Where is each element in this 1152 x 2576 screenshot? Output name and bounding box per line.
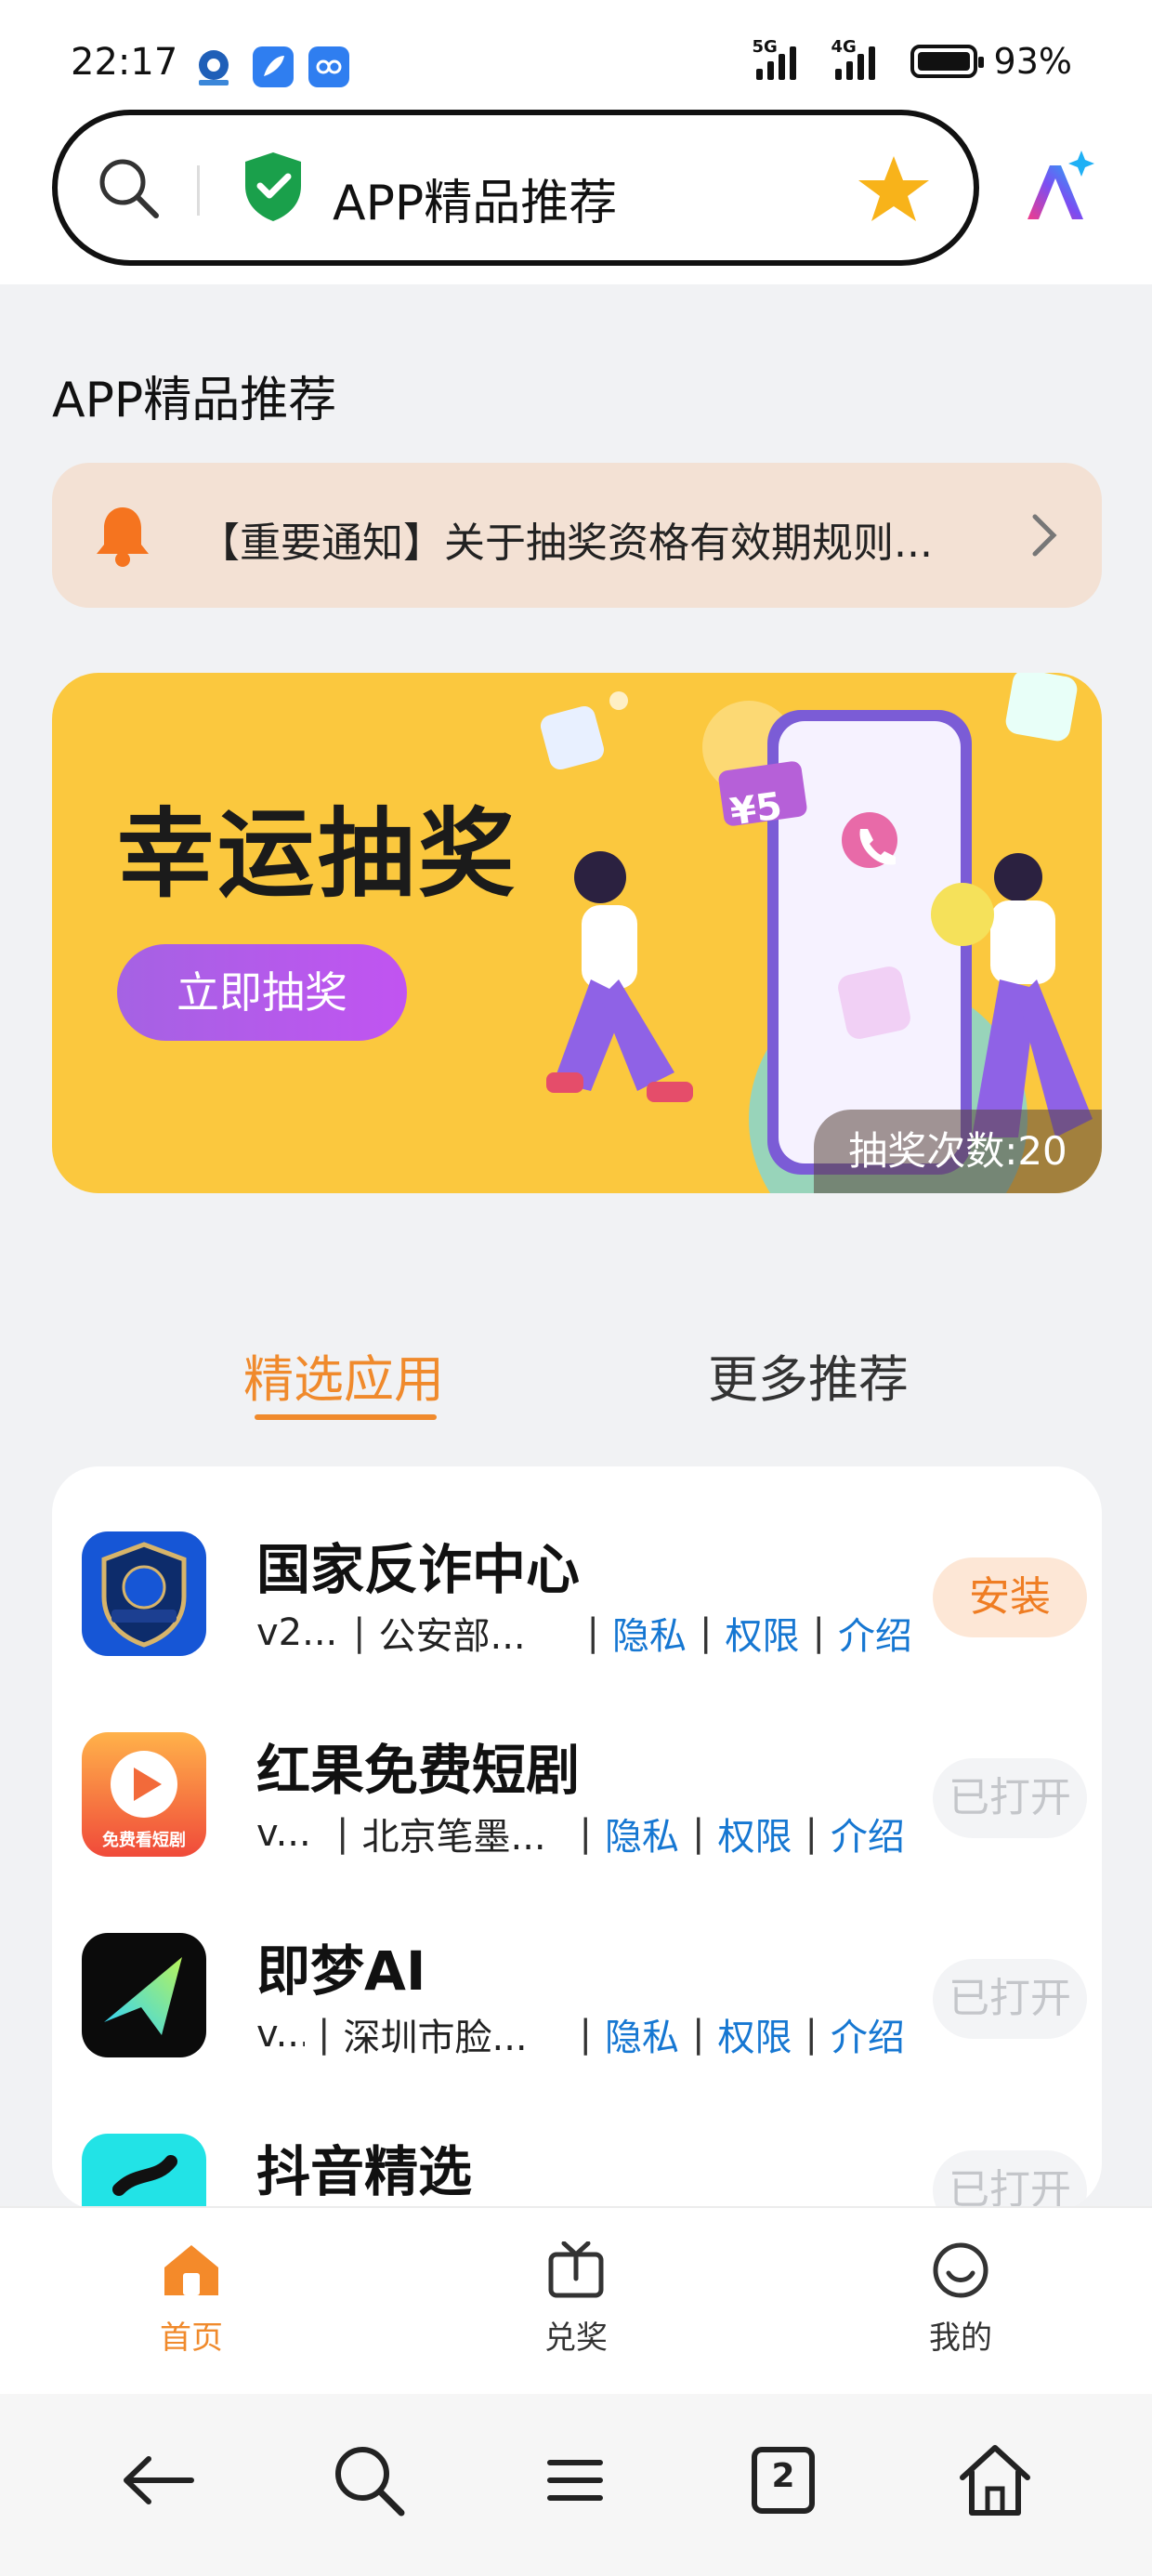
status-right: 5G 4G 93% xyxy=(753,37,1072,82)
gift-icon xyxy=(548,2241,604,2298)
intro-link[interactable]: 介绍 xyxy=(831,2007,905,2061)
tab-count: 2 xyxy=(771,2457,795,2495)
permission-link[interactable]: 权限 xyxy=(717,1807,792,1860)
intro-link[interactable]: 介绍 xyxy=(838,1606,912,1660)
active-tab-indicator xyxy=(255,1414,437,1420)
notice-banner[interactable]: 【重要通知】关于抽奖资格有效期规则... xyxy=(52,463,1102,608)
app-meta: v... | 北京笔墨... | 隐私 | 权限 | 介绍 xyxy=(256,1807,905,1860)
app-name: 红果免费短剧 xyxy=(256,1739,581,1802)
tab-redeem-label: 兑奖 xyxy=(544,2320,608,2357)
browser-header: APP精品推荐 xyxy=(0,102,1152,284)
battery-percent: 93% xyxy=(993,41,1072,82)
permission-link[interactable]: 权限 xyxy=(717,2007,792,2061)
battery-icon xyxy=(910,45,984,78)
app-version: v... xyxy=(256,2013,305,2056)
app-meta: v... | 深圳市脸... | 隐私 | 权限 | 介绍 xyxy=(256,2007,905,2061)
address-bar[interactable]: APP精品推荐 xyxy=(52,110,979,266)
bookmark-star-icon[interactable] xyxy=(857,152,931,230)
recommend-tabs: 精选应用 更多推荐 xyxy=(0,1338,1152,1431)
jimeng-ai-app-icon xyxy=(82,1933,206,2057)
permission-link[interactable]: 权限 xyxy=(725,1606,799,1660)
bell-icon xyxy=(89,502,156,572)
app-list: 国家反诈中心 v2... | 公安部... | 隐私 | 权限 | 介绍 安装 … xyxy=(52,1466,1102,2210)
privacy-link[interactable]: 隐私 xyxy=(605,2007,679,2061)
home-icon xyxy=(164,2245,218,2295)
notice-text: 【重要通知】关于抽奖资格有效期规则... xyxy=(199,519,933,567)
status-bar: 22:17 5G 4G 93% xyxy=(0,0,1152,112)
home-icon[interactable] xyxy=(953,2438,1037,2526)
signal-4g-icon: 4G xyxy=(831,37,875,80)
intro-link[interactable]: 介绍 xyxy=(831,1807,905,1860)
list-item[interactable]: 国家反诈中心 v2... | 公安部... | 隐私 | 权限 | 介绍 安装 xyxy=(52,1500,1102,1701)
tab-mine[interactable]: 我的 xyxy=(886,2241,1035,2358)
tab-home[interactable]: 首页 xyxy=(117,2241,266,2358)
short-drama-app-icon: 免费看短剧 xyxy=(82,1732,206,1857)
chevron-right-icon xyxy=(1028,509,1061,565)
ai-assistant-icon[interactable] xyxy=(1018,149,1096,230)
draw-now-button[interactable]: 立即抽奖 xyxy=(117,944,407,1041)
anti-fraud-app-icon xyxy=(82,1531,206,1656)
feather-app-notification-icon xyxy=(253,46,294,87)
tab-redeem[interactable]: 兑奖 xyxy=(502,2241,650,2358)
tab-featured-apps[interactable]: 精选应用 xyxy=(243,1338,444,1412)
search-icon[interactable] xyxy=(93,152,164,227)
privacy-link[interactable]: 隐私 xyxy=(612,1606,687,1660)
app-developer: 北京笔墨... xyxy=(361,1816,546,1859)
page-title: APP精品推荐 xyxy=(52,373,337,428)
app-developer: 公安部... xyxy=(378,1615,526,1658)
app-developer: 深圳市脸... xyxy=(343,2017,528,2059)
browser-nav-bar: 2 xyxy=(0,2394,1152,2576)
bottom-tab-bar: 首页 兑奖 我的 xyxy=(0,2206,1152,2394)
tab-mine-label: 我的 xyxy=(929,2320,992,2357)
opened-button[interactable]: 已打开 xyxy=(933,1758,1087,1838)
banner-headline: 幸运抽奖 xyxy=(117,797,519,911)
opened-button[interactable]: 已打开 xyxy=(933,2150,1087,2210)
tab-home-label: 首页 xyxy=(160,2320,223,2357)
menu-icon[interactable] xyxy=(533,2438,617,2526)
search-icon[interactable] xyxy=(327,2438,411,2526)
draw-count-badge: 抽奖次数:20 xyxy=(814,1110,1102,1193)
app-version: v2... xyxy=(256,1611,338,1654)
app-name: 即梦AI xyxy=(256,1939,426,2003)
link-app-notification-icon xyxy=(308,46,349,87)
smile-icon xyxy=(933,2242,988,2298)
security-shield-icon xyxy=(240,149,307,227)
tabs-count-icon[interactable]: 2 xyxy=(741,2438,825,2526)
opened-button[interactable]: 已打开 xyxy=(933,1959,1087,2039)
app-icon-label: 免费看短剧 xyxy=(102,1831,186,1850)
bank-app-notification-icon xyxy=(193,46,234,87)
app-name: 抖音精选 xyxy=(256,2140,473,2203)
app-name: 国家反诈中心 xyxy=(256,1538,581,1601)
back-arrow-icon[interactable] xyxy=(117,2438,201,2526)
divider xyxy=(197,165,200,216)
list-item[interactable]: 抖音精选 已打开 xyxy=(52,2102,1102,2210)
douyin-select-app-icon xyxy=(82,2134,206,2210)
coupon-label: ¥5 xyxy=(727,784,785,835)
app-version: v... xyxy=(256,1812,311,1855)
signal-5g-icon: 5G xyxy=(753,37,796,80)
status-time: 22:17 xyxy=(71,41,178,84)
list-item[interactable]: 免费看短剧 红果免费短剧 v... | 北京笔墨... | 隐私 | 权限 | … xyxy=(52,1701,1102,1901)
app-meta: v2... | 公安部... | 隐私 | 权限 | 介绍 xyxy=(256,1606,912,1660)
privacy-link[interactable]: 隐私 xyxy=(605,1807,679,1860)
install-button[interactable]: 安装 xyxy=(933,1557,1087,1637)
list-item[interactable]: 即梦AI v... | 深圳市脸... | 隐私 | 权限 | 介绍 已打开 xyxy=(52,1901,1102,2102)
lucky-draw-banner[interactable]: 幸运抽奖 立即抽奖 ¥5 抽奖次数:20 xyxy=(52,673,1102,1193)
address-title: APP精品推荐 xyxy=(333,176,618,231)
tab-more-recommendations[interactable]: 更多推荐 xyxy=(708,1338,909,1412)
